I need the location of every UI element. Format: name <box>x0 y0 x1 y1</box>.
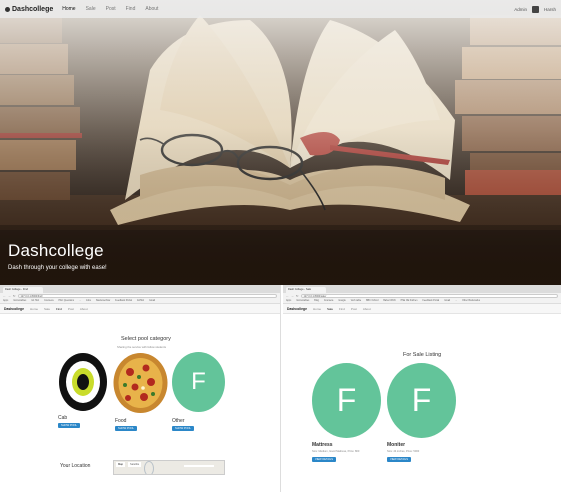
nav-post[interactable]: Post <box>351 307 357 311</box>
nav-post[interactable]: Post <box>106 6 116 12</box>
sale-page-screenshot: Dash College - Sale ← → ↻ 127.0.0.1:8000… <box>283 285 561 492</box>
nav-sale[interactable]: Sale <box>86 6 96 12</box>
avatar[interactable] <box>531 5 539 13</box>
bookmark[interactable]: BBC Oxford <box>366 300 378 302</box>
brand[interactable]: Dashcollege <box>5 6 53 13</box>
url-input[interactable]: 127.0.0.1:8000/sale/ <box>300 294 558 298</box>
sale-listing-heading: For Sale Listing <box>403 352 442 358</box>
bookmark[interactable]: Gmail <box>149 300 155 302</box>
app-brand[interactable]: Dashcollege <box>4 307 24 311</box>
pool-category-subheading: Sharing the service with fellow students <box>117 345 166 349</box>
bookmark[interactable]: Verb table <box>351 300 361 302</box>
nav-about[interactable]: About <box>363 307 371 311</box>
hero-title: Dashcollege <box>8 241 104 260</box>
hero-subtitle: Dash through your college with ease! <box>8 265 107 271</box>
app-brand[interactable]: Dashcollege <box>287 307 307 311</box>
bookmark[interactable]: Baba CPAN <box>383 300 395 302</box>
user-name[interactable]: Harsh <box>544 7 556 12</box>
bookmark[interactable]: ... <box>455 300 457 302</box>
letter-avatar-mattress[interactable]: F <box>312 363 381 438</box>
app-navbar: Dashcollege Home Sale Find Post About <box>0 304 280 314</box>
hero-section: Dashcollege Home Sale Post Find About Ad… <box>0 0 561 285</box>
listing-details-mattress: Size: Medium, Good Mattress, Price: 800 <box>312 450 360 453</box>
brand-logo-icon <box>5 6 10 12</box>
nav-find[interactable]: Find <box>56 307 62 311</box>
reload-icon[interactable]: ↻ <box>13 294 16 298</box>
nav-sale[interactable]: Sale <box>44 307 50 311</box>
nav-sale[interactable]: Sale <box>327 307 333 311</box>
page: Dashcollege Home Sale Post Find About Ad… <box>0 0 561 492</box>
view-details-button-moniter[interactable]: VIEW DETAILS <box>387 457 411 462</box>
brand-name: Dashcollege <box>12 5 54 13</box>
nav-post[interactable]: Post <box>68 307 74 311</box>
find-page-screenshot: Dash College - Find ← → ↻ 127.0.0.1:8000… <box>0 285 281 492</box>
category-label-other: Other <box>172 418 185 424</box>
category-label-food: Food <box>115 418 127 424</box>
bookmark[interactable]: Jobs <box>86 300 91 302</box>
map-road <box>184 465 214 467</box>
browser-tab-strip: Dash College - Sale <box>283 285 561 293</box>
browser-tab-strip: Dash College - Find <box>0 285 280 293</box>
bookmark[interactable]: Coursera <box>44 300 53 302</box>
cab-logo-icon[interactable] <box>58 352 108 412</box>
browser-tab[interactable]: Dash College - Sale <box>286 287 326 293</box>
admin-link[interactable]: Admin <box>514 7 527 12</box>
browser-tab[interactable]: Dash College - Find <box>3 287 43 293</box>
location-map[interactable]: Map Satellite <box>113 460 225 475</box>
listing-name-moniter: Moniter <box>387 442 406 448</box>
category-label-cab: Cab <box>58 415 68 421</box>
listing-details-moniter: Size: 24 inches, Price: 5000 <box>387 450 420 453</box>
nav-about[interactable]: About <box>145 6 158 12</box>
show-pool-button-cab[interactable]: SHOW POOL <box>58 423 80 428</box>
bookmark[interactable]: Git Hub <box>31 300 39 302</box>
url-input[interactable]: 127.0.0.1:8000/find/ <box>17 294 277 298</box>
bookmark[interactable]: GitHub <box>137 300 144 302</box>
bookmark[interactable]: Other Bookmarks <box>462 300 480 302</box>
letter-avatar-moniter[interactable]: F <box>387 363 456 438</box>
bookmark[interactable]: Gmail <box>444 300 450 302</box>
bookmark[interactable]: Coursera <box>324 300 333 302</box>
bookmark[interactable]: Apps <box>3 300 8 302</box>
pizza-icon[interactable] <box>113 352 168 414</box>
nav-home[interactable]: Home <box>62 6 75 12</box>
forward-arrow-icon[interactable]: → <box>8 294 11 298</box>
user-area: Admin Harsh <box>514 5 556 13</box>
bookmark[interactable]: Blog <box>314 300 319 302</box>
bookmark[interactable]: Instructables <box>13 300 26 302</box>
bookmark[interactable]: PSE OE Kitchen <box>401 300 418 302</box>
pool-category-heading: Select pool category <box>121 336 171 342</box>
nav-find[interactable]: Find <box>339 307 345 311</box>
bookmark[interactable]: Feedback Portal <box>115 300 132 302</box>
show-pool-button-other[interactable]: SHOW POOL <box>172 426 194 431</box>
bookmark[interactable]: Stackoverflow <box>96 300 110 302</box>
bookmark[interactable]: ... <box>79 300 81 302</box>
bookmark[interactable]: Instructables <box>296 300 309 302</box>
back-arrow-icon[interactable]: ← <box>3 294 6 298</box>
reload-icon[interactable]: ↻ <box>296 294 299 298</box>
app-navbar: Dashcollege Home Sale Find Post About <box>283 304 561 314</box>
map-feature <box>144 461 154 474</box>
view-details-button-mattress[interactable]: VIEW DETAILS <box>312 457 336 462</box>
nav-menu: Home Sale Post Find About <box>62 6 158 12</box>
bookmark[interactable]: Apps <box>286 300 291 302</box>
map-tab-map[interactable]: Map <box>116 462 126 467</box>
bookmark[interactable]: Feedback Portal <box>422 300 439 302</box>
top-navbar: Dashcollege Home Sale Post Find About Ad… <box>0 0 561 18</box>
bookmark[interactable]: Google <box>338 300 345 302</box>
your-location-label: Your Location <box>60 463 91 469</box>
map-tab-satellite[interactable]: Satellite <box>128 462 142 467</box>
back-arrow-icon[interactable]: ← <box>286 294 289 298</box>
forward-arrow-icon[interactable]: → <box>291 294 294 298</box>
show-pool-button-food[interactable]: SHOW POOL <box>115 426 137 431</box>
letter-avatar-other[interactable]: F <box>172 352 225 412</box>
bookmark[interactable]: PAC Questions <box>59 300 75 302</box>
nav-about[interactable]: About <box>80 307 88 311</box>
listing-name-mattress: Mattress <box>312 442 333 448</box>
nav-home[interactable]: Home <box>313 307 321 311</box>
nav-find[interactable]: Find <box>126 6 136 12</box>
nav-home[interactable]: Home <box>30 307 38 311</box>
